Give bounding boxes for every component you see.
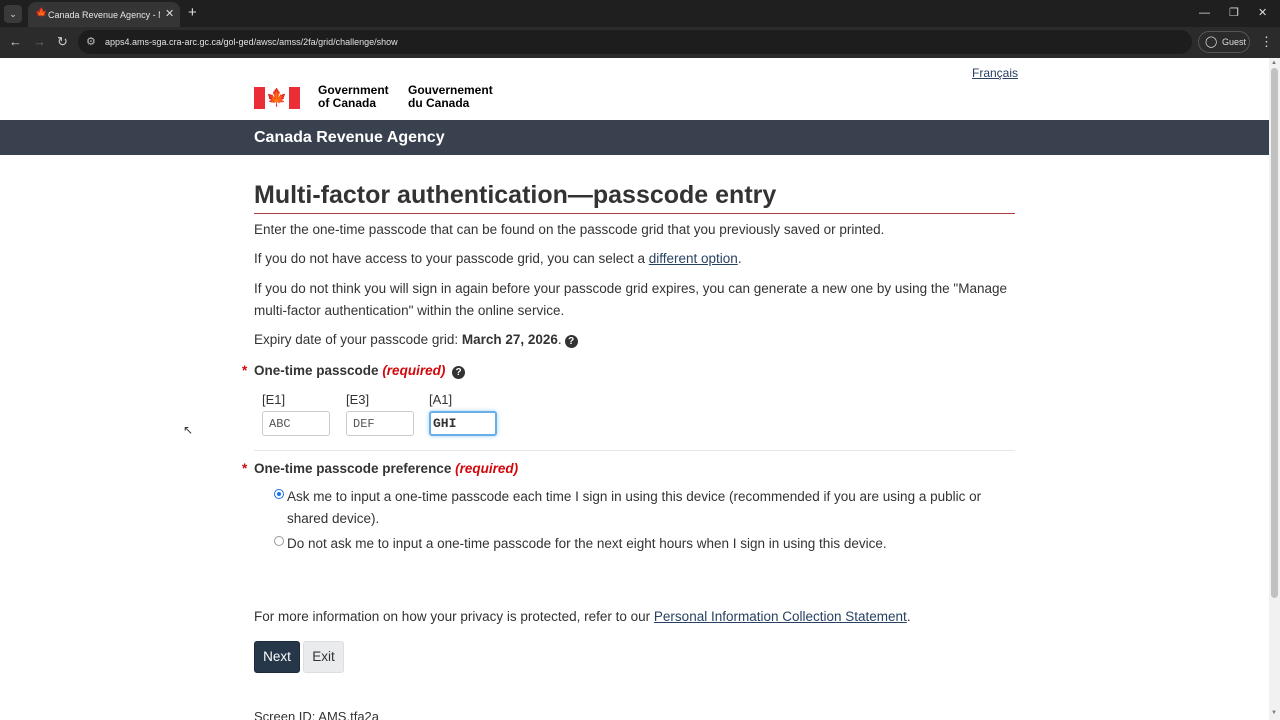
- agency-name[interactable]: Canada Revenue Agency: [254, 128, 445, 147]
- privacy-suffix: .: [906, 609, 911, 624]
- tab-title: Canada Revenue Agency - Multi-factor aut…: [48, 10, 160, 20]
- passcode-label: One-time passcode (required) ?: [254, 361, 466, 381]
- browser-tab-active[interactable]: 🍁 Canada Revenue Agency - Multi-factor a…: [28, 2, 180, 27]
- question-circle-icon[interactable]: ?: [564, 335, 578, 348]
- reload-icon[interactable]: ↻: [57, 34, 68, 50]
- browser-toolbar: ← → ↻ ⚙ apps4.ams-sga.cra-arc.gc.ca/gol-…: [0, 27, 1280, 58]
- canada-flag-icon: 🍁: [254, 87, 300, 109]
- page-scrollbar[interactable]: ▲ ▼: [1269, 58, 1280, 720]
- restore-icon[interactable]: ❐: [1229, 5, 1239, 21]
- grid-cell-label-e1: [E1]: [262, 392, 286, 407]
- browser-menu-icon[interactable]: ⋮: [1260, 34, 1273, 50]
- profile-button[interactable]: ◯ Guest: [1198, 31, 1250, 53]
- preference-label-text: One-time passcode preference: [254, 461, 452, 476]
- screen-id: Screen ID: AMS.tfa2a: [254, 709, 380, 720]
- passcode-label-text: One-time passcode: [254, 363, 379, 378]
- preference-option-ask-each-time[interactable]: Ask me to input a one-time passcode each…: [287, 486, 1017, 530]
- maple-leaf-icon: 🍁: [35, 8, 48, 19]
- wordmark-english: Government of Canada: [318, 84, 389, 110]
- passcode-input-a1[interactable]: [429, 411, 497, 436]
- browser-tab-bar: ⌄ 🍁 Canada Revenue Agency - Multi-factor…: [0, 0, 1280, 27]
- privacy-text: For more information on how your privacy…: [254, 606, 1016, 628]
- page-content: Français 🍁 Government of Canada Gouverne…: [0, 58, 1269, 720]
- new-tab-button[interactable]: +: [188, 4, 197, 22]
- expiry-suffix: .: [557, 332, 562, 347]
- wordmark-en-line2: of Canada: [318, 96, 377, 110]
- preference-radio-skip-eight-hours[interactable]: [274, 536, 284, 546]
- expiry-date: March 27, 2026: [461, 332, 558, 347]
- required-text: (required): [382, 363, 446, 378]
- no-access-text: If you do not have access to your passco…: [254, 248, 1016, 270]
- tab-close-icon[interactable]: ✕: [165, 7, 174, 21]
- profile-label: Guest: [1222, 37, 1247, 47]
- passcode-input-e1[interactable]: [262, 411, 330, 436]
- preference-radio-ask-each-time[interactable]: [274, 489, 284, 499]
- no-access-suffix: .: [737, 251, 742, 266]
- tab-search-button[interactable]: ⌄: [4, 5, 22, 23]
- scroll-up-icon[interactable]: ▲: [1271, 60, 1277, 66]
- back-arrow-icon[interactable]: ←: [9, 34, 22, 50]
- required-text: (required): [455, 461, 519, 476]
- forward-arrow-icon[interactable]: →: [33, 34, 46, 50]
- no-access-prefix: If you do not have access to your passco…: [254, 251, 649, 266]
- preference-option-skip-eight-hours[interactable]: Do not ask me to input a one-time passco…: [287, 533, 1017, 555]
- expiry-prefix: Expiry date of your passcode grid:: [254, 332, 462, 347]
- intro-text: Enter the one-time passcode that can be …: [254, 222, 885, 237]
- address-bar[interactable]: ⚙ apps4.ams-sga.cra-arc.gc.ca/gol-ged/aw…: [78, 30, 1192, 54]
- privacy-statement-link[interactable]: Personal Information Collection Statemen…: [654, 609, 907, 624]
- passcode-input-e3[interactable]: [346, 411, 414, 436]
- privacy-prefix: For more information on how your privacy…: [254, 609, 654, 624]
- window-close-icon[interactable]: ✕: [1258, 5, 1267, 21]
- minimize-icon[interactable]: —: [1199, 5, 1210, 21]
- required-marker: *: [242, 461, 248, 476]
- exit-button[interactable]: Exit: [303, 641, 344, 673]
- grid-cell-label-e3: [E3]: [346, 392, 370, 407]
- wordmark-fr-line2: du Canada: [408, 96, 470, 110]
- site-info-icon[interactable]: ⚙: [86, 35, 96, 49]
- preference-label: One-time passcode preference (required): [254, 459, 518, 479]
- page-title: Multi-factor authentication—passcode ent…: [254, 181, 777, 209]
- required-marker: *: [242, 363, 248, 378]
- scroll-down-icon[interactable]: ▼: [1271, 710, 1277, 716]
- title-underline: [254, 213, 1015, 214]
- wordmark-french: Gouvernement du Canada: [408, 84, 493, 110]
- url-text[interactable]: apps4.ams-sga.cra-arc.gc.ca/gol-ged/awsc…: [105, 35, 398, 49]
- grid-cell-label-a1: [A1]: [429, 392, 453, 407]
- agency-banner: Canada Revenue Agency: [0, 120, 1269, 155]
- mouse-pointer-icon: ↖: [183, 423, 194, 437]
- language-toggle-link[interactable]: Français: [972, 66, 1018, 80]
- person-icon: ◯: [1205, 36, 1218, 48]
- next-button[interactable]: Next: [254, 641, 300, 673]
- question-circle-icon[interactable]: ?: [452, 366, 466, 379]
- scrollbar-thumb[interactable]: [1271, 68, 1278, 598]
- different-option-link[interactable]: different option: [649, 251, 738, 266]
- expiry-date-text: Expiry date of your passcode grid: March…: [254, 329, 1016, 351]
- section-divider: [254, 450, 1015, 451]
- expire-note-text: If you do not think you will sign in aga…: [254, 281, 1008, 318]
